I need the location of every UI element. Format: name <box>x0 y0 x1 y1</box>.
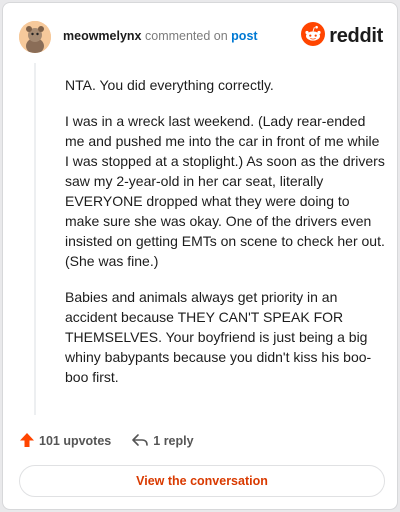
meta-verb: commented on <box>145 29 228 43</box>
comment-actions: 101 upvotes 1 reply <box>19 431 214 451</box>
comment-paragraph: NTA. You did everything correctly. <box>65 77 274 93</box>
reddit-brand[interactable]: reddit <box>301 21 383 51</box>
upvote-button[interactable]: 101 upvotes <box>19 432 111 451</box>
reply-arrow-icon <box>131 432 153 451</box>
upvote-arrow-icon <box>19 432 39 451</box>
comment-card: meowmelynx commented on post reddit NTA.… <box>2 2 398 510</box>
reddit-wordmark: reddit <box>329 24 383 47</box>
upvote-count: 101 upvotes <box>39 434 112 448</box>
comment-header: meowmelynx commented on post reddit <box>19 21 383 53</box>
post-link[interactable]: post <box>231 29 257 43</box>
avatar[interactable] <box>19 21 51 53</box>
view-conversation-button[interactable]: View the conversation <box>19 465 385 497</box>
reddit-snoo-icon <box>301 21 326 51</box>
reply-count: 1 reply <box>153 434 194 448</box>
comment-body: NTA. You did everything correctly. I was… <box>65 75 385 403</box>
comment-paragraph: I was in a wreck last weekend. (Lady rea… <box>65 113 385 269</box>
comment-meta: meowmelynx commented on post <box>63 29 258 43</box>
comment-paragraph: Babies and animals always get priority i… <box>65 289 372 385</box>
username-link[interactable]: meowmelynx <box>63 29 142 43</box>
thread-line[interactable] <box>34 63 36 415</box>
reply-button[interactable]: 1 reply <box>131 432 194 451</box>
